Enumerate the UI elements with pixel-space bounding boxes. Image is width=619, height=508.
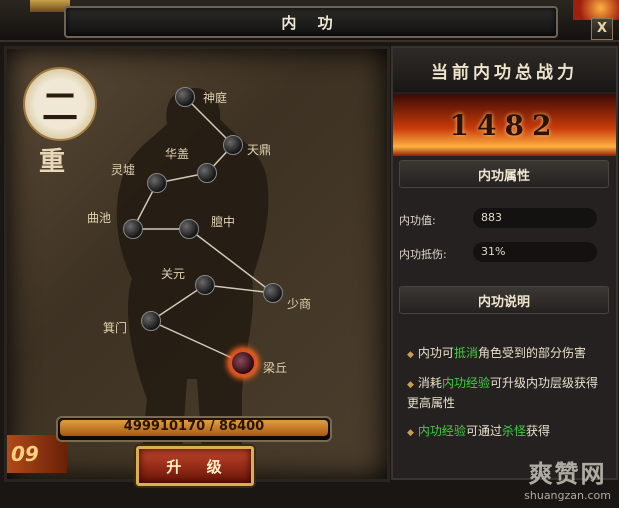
exp-bar: 499910170 / 86400 [56, 416, 332, 442]
meridian-node-4[interactable] [123, 219, 143, 239]
attr-value-reduction: 31% [473, 242, 597, 262]
meridian-node-2[interactable] [197, 163, 217, 183]
title-plate: 内 功 [64, 6, 558, 38]
power-box: 1482 [393, 94, 616, 156]
attr-label-value: 内功值: [399, 214, 436, 227]
close-button[interactable]: X [591, 18, 613, 40]
attr-value-value: 883 [473, 208, 597, 228]
exp-text: 499910170 / 86400 [123, 419, 265, 434]
meridian-label-0: 神庭 [203, 91, 228, 105]
bullet-icon: ◆ [407, 350, 414, 360]
attributes-header: 内功属性 [399, 160, 609, 188]
description-item: ◆ 消耗内功经验可升级内功层级获得更高属性 [407, 376, 598, 410]
meridian-node-1[interactable] [223, 135, 243, 155]
window-title: 内 功 [281, 13, 341, 32]
meridian-node-0[interactable] [175, 87, 195, 107]
meridian-node-8[interactable] [141, 311, 161, 331]
meridian-label-3: 灵墟 [111, 163, 136, 177]
meridian-label-2: 华盖 [165, 147, 190, 161]
meridian-node-6[interactable] [195, 275, 215, 295]
meridian-label-6: 关元 [161, 267, 186, 281]
description-header: 内功说明 [399, 286, 609, 314]
bullet-icon: ◆ [407, 428, 414, 438]
bullet-icon: ◆ [407, 380, 414, 390]
meridian-label-5: 膻中 [211, 215, 236, 229]
description-item: ◆ 内功可抵消角色受到的部分伤害 [407, 346, 586, 360]
info-panel: 当前内功总战力 1482 内功属性 内功值: 883 内功抵伤: 31% 内功说… [391, 46, 618, 480]
meridian-label-7: 少商 [287, 297, 312, 311]
meridian-label-4: 曲池 [87, 211, 112, 225]
meridian-node-3[interactable] [147, 173, 167, 193]
meridian-label-1: 天鼎 [247, 143, 272, 157]
power-title: 当前内功总战力 [393, 48, 616, 92]
meridian-node-9[interactable] [230, 350, 256, 376]
attr-label-reduction: 内功抵伤: [399, 248, 447, 261]
watermark: 爽赞网 shuangzan.com [524, 454, 611, 502]
level-big: 二 [41, 86, 78, 128]
power-value: 1482 [449, 108, 560, 142]
watermark-url: shuangzan.com [524, 489, 611, 502]
upgrade-button[interactable]: 升 级 [136, 446, 254, 486]
watermark-logo: 爽赞网 [528, 460, 607, 488]
description-item: ◆ 内功经验可通过杀怪获得 [407, 424, 550, 438]
meridian-node-5[interactable] [179, 219, 199, 239]
meridian-label-8: 箕门 [103, 321, 128, 335]
top-bar: 内 功 [0, 0, 619, 42]
meridian-node-7[interactable] [263, 283, 283, 303]
level-sub: 重 [39, 147, 66, 177]
level-badge: 二 [23, 67, 97, 141]
ornament-orb [573, 0, 619, 20]
meridian-label-9: 梁丘 [263, 361, 288, 375]
